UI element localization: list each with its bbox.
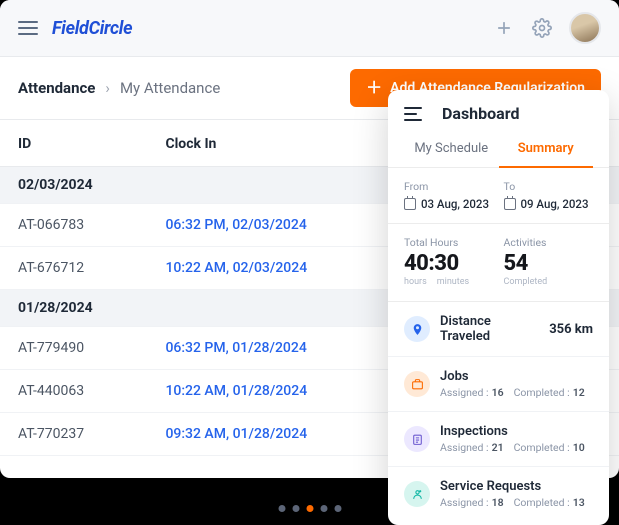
total-hours: Total Hours 40:30 hoursminutes <box>404 236 494 287</box>
tab-summary[interactable]: Summary <box>499 133 594 168</box>
dashboard-title: Dashboard <box>442 104 519 123</box>
clipboard-icon <box>404 426 430 452</box>
menu-icon[interactable] <box>404 107 422 121</box>
topbar: FieldCircle <box>0 0 619 57</box>
avatar[interactable] <box>569 12 601 44</box>
service-requests-row[interactable]: Service Requests Assigned :18Completed :… <box>388 467 609 521</box>
topbar-right <box>493 12 601 44</box>
col-clock-in: Clock In <box>147 120 404 167</box>
topbar-left: FieldCircle <box>18 18 132 39</box>
gear-icon[interactable] <box>531 17 553 39</box>
location-icon <box>404 316 430 342</box>
from-date-field[interactable]: From 03 Aug, 2023 <box>404 180 494 211</box>
breadcrumb-main[interactable]: Attendance <box>18 79 95 97</box>
chevron-right-icon: › <box>105 79 110 97</box>
plus-icon: ＋ <box>366 80 382 96</box>
activities: Activities 54 Completed <box>504 236 594 287</box>
stats-row: Total Hours 40:30 hoursminutes Activitie… <box>388 224 609 302</box>
calendar-icon <box>404 198 416 210</box>
plus-icon[interactable] <box>493 17 515 39</box>
breadcrumb-sub: My Attendance <box>120 79 220 97</box>
dashboard-header: Dashboard <box>388 90 609 133</box>
breadcrumb: Attendance › My Attendance <box>18 79 220 97</box>
distance-value: 356 km <box>549 322 593 337</box>
support-icon <box>404 481 430 507</box>
carousel-dots[interactable] <box>278 505 341 512</box>
distance-row: Distance Traveled 356 km <box>388 302 609 357</box>
menu-icon[interactable] <box>18 21 38 35</box>
dashboard-panel: Dashboard My Schedule Summary From 03 Au… <box>388 90 609 525</box>
tab-my-schedule[interactable]: My Schedule <box>404 133 499 167</box>
dashboard-tabs: My Schedule Summary <box>388 133 609 168</box>
briefcase-icon <box>404 371 430 397</box>
jobs-row[interactable]: Jobs Assigned :16Completed :12 <box>388 357 609 412</box>
calendar-icon <box>504 198 516 210</box>
inspections-row[interactable]: Inspections Assigned :21Completed :10 <box>388 412 609 467</box>
date-range: From 03 Aug, 2023 To 09 Aug, 2023 <box>388 168 609 224</box>
to-date-field[interactable]: To 09 Aug, 2023 <box>504 180 594 211</box>
col-id: ID <box>0 120 147 167</box>
brand-logo: FieldCircle <box>52 18 132 39</box>
